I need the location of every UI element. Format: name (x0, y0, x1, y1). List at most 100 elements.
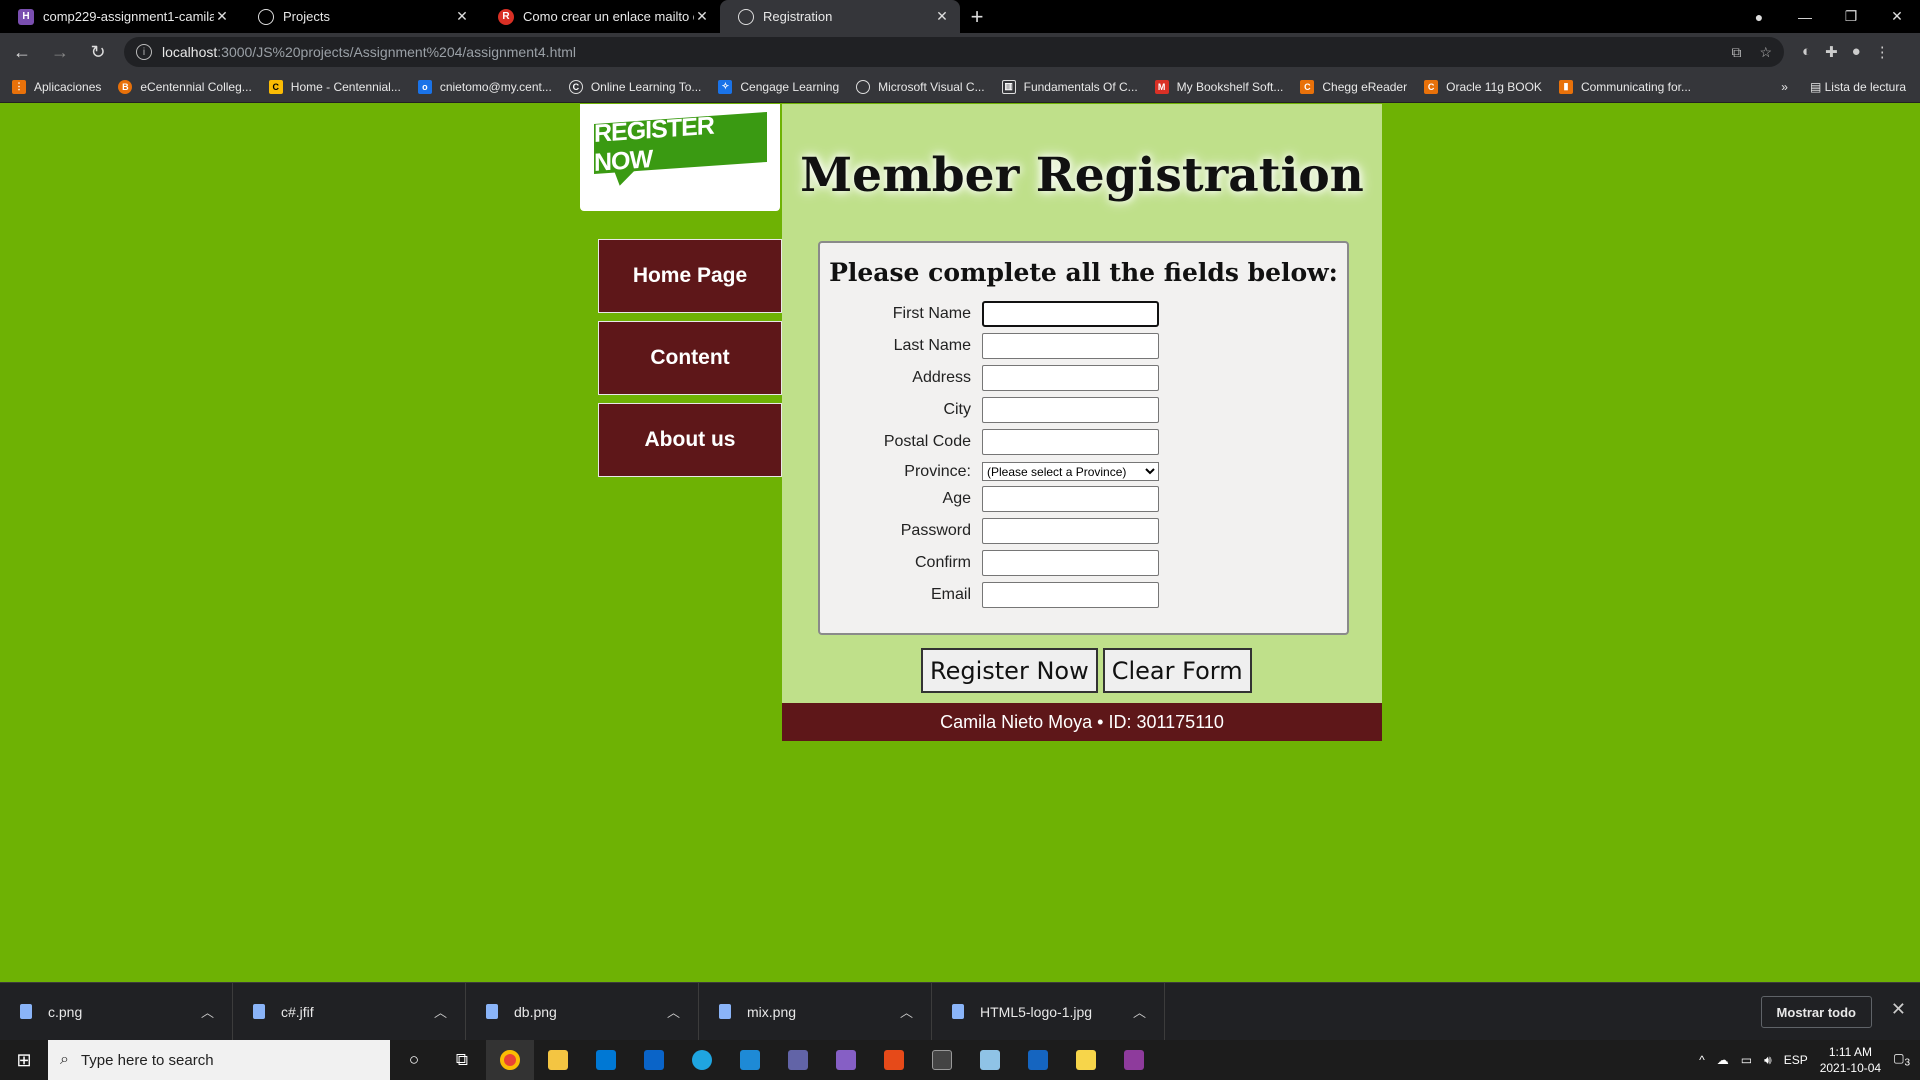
file-icon (20, 1004, 32, 1019)
row-address: Address (820, 365, 1159, 391)
taskbar-search-input[interactable]: ⌕ Type here to search (48, 1040, 390, 1080)
province-select[interactable]: (Please select a Province) (982, 462, 1159, 481)
clock[interactable]: 1:11 AM 2021-10-04 (1820, 1044, 1881, 1076)
office-icon[interactable] (870, 1040, 918, 1080)
bookmark-item[interactable]: ▥ Fundamentals Of C... (1001, 79, 1138, 94)
sticky-notes-icon[interactable] (1062, 1040, 1110, 1080)
clear-form-button[interactable]: Clear Form (1102, 648, 1252, 693)
volume-icon[interactable]: 🔊︎ (1764, 1053, 1772, 1068)
battery-icon[interactable]: ▭ (1741, 1053, 1752, 1067)
nav-home-page[interactable]: Home Page (598, 239, 782, 313)
age-field[interactable] (982, 486, 1159, 512)
extension-icon[interactable]: ◐ (1802, 43, 1811, 61)
info-icon[interactable]: i (136, 44, 152, 60)
chrome-icon[interactable] (486, 1040, 534, 1080)
vscode-icon[interactable] (726, 1040, 774, 1080)
address-field[interactable] (982, 365, 1159, 391)
bookmark-item[interactable]: Microsoft Visual C... (856, 79, 985, 94)
back-icon[interactable]: ← (6, 36, 38, 68)
bookmark-label: Online Learning To... (590, 79, 702, 94)
bookmark-favicon-icon: B (118, 79, 133, 94)
bookmark-item[interactable]: ✧ Cengage Learning (718, 79, 839, 94)
password-field[interactable] (982, 518, 1159, 544)
menu-icon[interactable]: ⋮ (1875, 43, 1890, 61)
new-tab-icon[interactable]: + (960, 0, 994, 33)
windows-start-icon[interactable]: ⊞ (0, 1040, 48, 1080)
avatar[interactable]: ● (1852, 43, 1861, 61)
bookmark-label: cnietomo@my.cent... (439, 79, 552, 94)
last-name-field[interactable] (982, 333, 1159, 359)
profile-badge-icon[interactable]: ● (1736, 9, 1782, 25)
chevron-up-icon[interactable]: ^ (1699, 1053, 1705, 1067)
terminal-icon[interactable] (918, 1040, 966, 1080)
download-item[interactable]: c.png ︿ (0, 982, 233, 1041)
download-item[interactable]: mix.png ︿ (699, 982, 932, 1041)
minimize-icon[interactable]: — (1782, 9, 1828, 25)
bookmark-item[interactable]: C Oracle 11g BOOK (1424, 79, 1542, 94)
register-now-button[interactable]: Register Now (921, 648, 1098, 693)
download-item[interactable]: HTML5-logo-1.jpg ︿ (932, 982, 1165, 1041)
more-bookmarks-icon[interactable]: » (1781, 80, 1788, 94)
tab-mailto[interactable]: R Como crear un enlace mailto con ✕ (480, 0, 720, 33)
tab-assignment[interactable]: H comp229-assignment1-camila · C ✕ (0, 0, 240, 33)
address-bar[interactable]: i localhost:3000/JS%20projects/Assignmen… (124, 37, 1784, 67)
close-icon[interactable]: ✕ (214, 8, 230, 25)
postal-code-field[interactable] (982, 429, 1159, 455)
nav-content[interactable]: Content (598, 321, 782, 395)
chevron-up-icon[interactable]: ︿ (667, 1002, 680, 1021)
forward-icon[interactable]: → (44, 36, 76, 68)
show-all-button[interactable]: Mostrar todo (1760, 996, 1872, 1028)
first-name-field[interactable] (982, 301, 1159, 327)
chevron-up-icon[interactable]: ︿ (201, 1002, 214, 1021)
close-window-icon[interactable]: ✕ (1874, 8, 1920, 25)
puzzle-icon[interactable]: ✚ (1825, 43, 1838, 61)
bookmark-item[interactable]: C Online Learning To... (568, 79, 702, 94)
tab-registration[interactable]: Registration ✕ (720, 0, 960, 33)
close-icon[interactable]: ✕ (934, 8, 950, 25)
bookmark-apps[interactable]: ⋮ Aplicaciones (12, 79, 101, 94)
tab-title: Registration (763, 9, 833, 24)
tab-projects[interactable]: Projects ✕ (240, 0, 480, 33)
file-explorer-icon[interactable] (534, 1040, 582, 1080)
bookmark-item[interactable]: o cnietomo@my.cent... (417, 79, 552, 94)
app-icon[interactable] (1014, 1040, 1062, 1080)
browser-toolbar: ← → ↻ i localhost:3000/JS%20projects/Ass… (0, 33, 1920, 71)
winrar-icon[interactable] (1110, 1040, 1158, 1080)
email-field[interactable] (982, 582, 1159, 608)
bookmark-label: Oracle 11g BOOK (1446, 79, 1542, 94)
edge-icon[interactable] (678, 1040, 726, 1080)
teams-icon[interactable] (774, 1040, 822, 1080)
close-icon[interactable]: ✕ (1891, 999, 1906, 1020)
bookmark-item[interactable]: ▮ Communicating for... (1558, 79, 1691, 94)
reload-icon[interactable]: ↻ (82, 36, 114, 68)
bookmark-item[interactable]: M My Bookshelf Soft... (1154, 79, 1283, 94)
close-icon[interactable]: ✕ (694, 8, 710, 25)
download-item[interactable]: db.png ︿ (466, 982, 699, 1041)
bookmark-item[interactable]: C Chegg eReader (1300, 79, 1407, 94)
address-label: Address (912, 369, 971, 386)
bookmark-item[interactable]: BeCentennial Colleg... (118, 79, 252, 94)
nav-about-us[interactable]: About us (598, 403, 782, 477)
task-view-icon[interactable]: ⧉ (438, 1040, 486, 1080)
chevron-up-icon[interactable]: ︿ (434, 1002, 447, 1021)
onedrive-icon[interactable]: ☁ (1717, 1053, 1729, 1067)
language-indicator[interactable]: ESP (1784, 1053, 1808, 1067)
visual-studio-icon[interactable] (822, 1040, 870, 1080)
cortana-icon[interactable]: ○ (390, 1040, 438, 1080)
chevron-up-icon[interactable]: ︿ (1133, 1002, 1146, 1021)
notes-icon[interactable] (966, 1040, 1014, 1080)
download-item[interactable]: c#.jfif ︿ (233, 982, 466, 1041)
bookmark-star-icon[interactable]: ☆ (1759, 44, 1772, 61)
translate-icon[interactable]: ⧉ (1731, 44, 1741, 61)
close-icon[interactable]: ✕ (454, 8, 470, 25)
bookmark-label: eCentennial Colleg... (140, 79, 252, 94)
restore-icon[interactable]: ❐ (1828, 8, 1874, 25)
store-icon[interactable] (582, 1040, 630, 1080)
reading-list[interactable]: ▤ Lista de lectura (1810, 80, 1906, 94)
confirm-password-field[interactable] (982, 550, 1159, 576)
notifications-icon[interactable]: ▢3 (1893, 1051, 1910, 1068)
city-field[interactable] (982, 397, 1159, 423)
bookmark-item[interactable]: C Home - Centennial... (268, 79, 401, 94)
mail-icon[interactable] (630, 1040, 678, 1080)
chevron-up-icon[interactable]: ︿ (900, 1002, 913, 1021)
